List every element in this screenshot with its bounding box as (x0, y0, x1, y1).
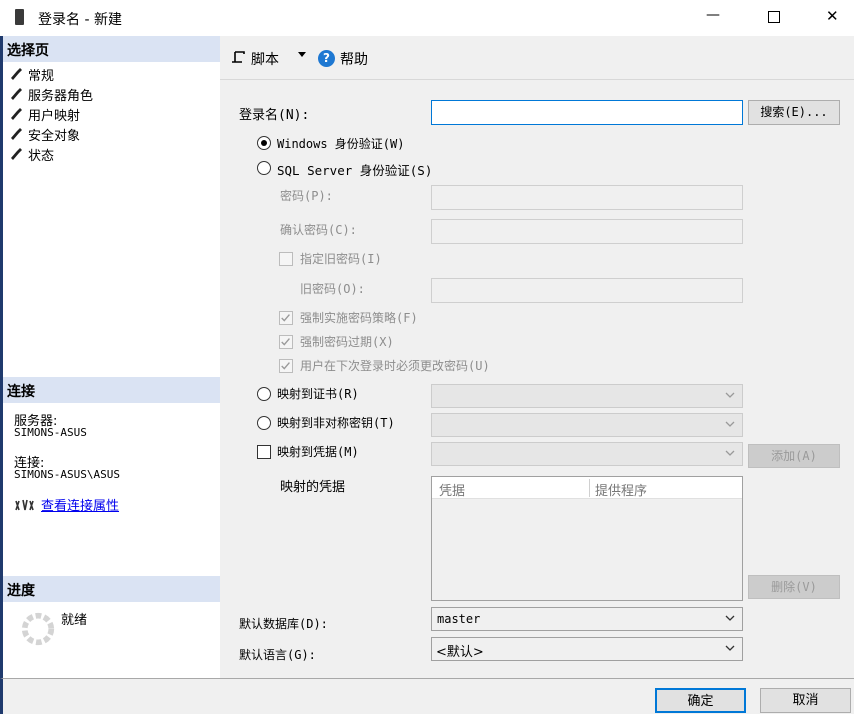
chevron-down-icon (725, 392, 735, 398)
grid-column-credential[interactable]: 凭据 (439, 480, 465, 499)
grid-column-provider[interactable]: 提供程序 (595, 480, 647, 499)
default-database-label: 默认数据库(D): (239, 617, 328, 631)
specify-old-password-label: 指定旧密码(I) (300, 252, 382, 266)
main-panel: 脚本 ? 帮助 登录名(N): 搜索(E)... Windows 身份验证(W)… (220, 36, 854, 678)
map-cert-radio[interactable] (257, 387, 271, 401)
sidebar-item-status[interactable]: 状态 (11, 145, 211, 165)
old-password-field[interactable] (431, 278, 743, 303)
progress-header: 进度 (3, 576, 223, 602)
login-name-input[interactable] (431, 100, 743, 125)
sql-auth-label: SQL Server 身份验证(S) (277, 163, 433, 178)
mapped-credentials-grid[interactable]: 凭据 提供程序 (431, 476, 743, 601)
help-button[interactable]: ? 帮助 (318, 48, 378, 70)
chevron-down-icon (725, 615, 735, 621)
default-language-select[interactable]: <默认> (431, 637, 743, 661)
help-icon: ? (318, 50, 335, 67)
map-asym-key-label: 映射到非对称密钥(T) (277, 416, 395, 430)
server-value: SIMONS-ASUS (14, 426, 87, 439)
sidebar-item-securables[interactable]: 安全对象 (11, 125, 211, 145)
chevron-down-icon (298, 52, 306, 57)
sidebar-item-user-mapping[interactable]: 用户映射 (11, 105, 211, 125)
password-field[interactable] (431, 185, 743, 210)
sidebar-item-label: 用户映射 (28, 109, 81, 124)
default-language-label: 默认语言(G): (239, 648, 316, 662)
map-credential-checkbox[interactable] (257, 445, 271, 459)
enforce-expiration-label: 强制密码过期(X) (300, 335, 394, 349)
asym-key-select[interactable] (431, 413, 743, 437)
wrench-icon (11, 148, 22, 160)
must-change-label: 用户在下次登录时必须更改密码(U) (300, 359, 490, 373)
confirm-password-field[interactable] (431, 219, 743, 244)
maximize-button[interactable] (768, 11, 780, 23)
login-name-label: 登录名(N): (239, 108, 310, 123)
wrench-icon (11, 108, 22, 120)
script-icon (232, 51, 245, 63)
wrench-icon (11, 68, 22, 80)
sidebar-item-server-roles[interactable]: 服务器角色 (11, 85, 211, 105)
windows-auth-label: Windows 身份验证(W) (277, 137, 405, 151)
chevron-down-icon (725, 421, 735, 427)
map-credential-label: 映射到凭据(M) (277, 445, 359, 459)
default-language-value: <默认> (436, 645, 484, 660)
default-database-value: master (437, 612, 481, 626)
progress-spinner-icon (21, 612, 55, 646)
toolbar: 脚本 ? 帮助 (220, 36, 854, 80)
window-title: 登录名 - 新建 (38, 12, 122, 28)
left-panel: 选择页 常规 服务器角色 用户映射 安全对象 状态 连接 服务器: SIMONS… (0, 36, 223, 678)
confirm-password-label: 确认密码(C): (280, 223, 357, 237)
map-cert-label: 映射到证书(R) (277, 387, 359, 401)
view-connection-properties-link[interactable]: 查看连接属性 (41, 495, 119, 514)
title-bar: 登录名 - 新建 — ✕ (0, 0, 854, 36)
select-page-header: 选择页 (3, 36, 223, 62)
enforce-policy-label: 强制实施密码策略(F) (300, 311, 418, 325)
grid-header: 凭据 提供程序 (432, 477, 742, 499)
credential-select[interactable] (431, 442, 743, 466)
windows-auth-radio[interactable] (257, 136, 271, 150)
script-label: 脚本 (251, 52, 279, 68)
connection-value: SIMONS-ASUS\ASUS (14, 468, 120, 481)
mapped-credentials-label: 映射的凭据 (280, 480, 346, 495)
sidebar-item-label: 常规 (28, 69, 55, 84)
sidebar-item-label: 服务器角色 (28, 89, 94, 104)
sql-auth-radio[interactable] (257, 161, 271, 175)
must-change-checkbox[interactable] (279, 359, 293, 373)
remove-button[interactable]: 删除(V) (748, 575, 840, 599)
checkmark-icon (281, 314, 290, 322)
help-label: 帮助 (340, 52, 368, 68)
default-database-select[interactable]: master (431, 607, 743, 631)
specify-old-password-checkbox[interactable] (279, 252, 293, 266)
checkmark-icon (281, 338, 290, 346)
sidebar-item-label: 状态 (28, 149, 55, 164)
chevron-down-icon (725, 645, 735, 651)
script-button[interactable]: 脚本 (232, 48, 312, 70)
map-asym-key-radio[interactable] (257, 416, 271, 430)
search-button[interactable]: 搜索(E)... (748, 100, 840, 125)
progress-status: 就绪 (61, 613, 88, 628)
add-button[interactable]: 添加(A) (748, 444, 840, 468)
chevron-down-icon (725, 450, 735, 456)
connection-header: 连接 (3, 377, 223, 403)
sidebar-item-label: 安全对象 (28, 129, 81, 144)
column-divider (589, 479, 590, 497)
ok-button[interactable]: 确定 (655, 688, 746, 713)
connection-properties-icon (15, 499, 34, 511)
enforce-policy-checkbox[interactable] (279, 311, 293, 325)
enforce-expiration-checkbox[interactable] (279, 335, 293, 349)
wrench-icon (11, 88, 22, 100)
minimize-button[interactable]: — (706, 7, 720, 23)
certificate-select[interactable] (431, 384, 743, 408)
sidebar-item-general[interactable]: 常规 (11, 65, 211, 85)
checkmark-icon (281, 362, 290, 370)
password-label: 密码(P): (280, 189, 333, 203)
footer: 确定 取消 (0, 678, 854, 714)
wrench-icon (11, 128, 22, 140)
cancel-button[interactable]: 取消 (760, 688, 851, 713)
old-password-label: 旧密码(O): (300, 282, 365, 296)
close-button[interactable]: ✕ (826, 7, 839, 25)
app-icon (15, 9, 24, 25)
